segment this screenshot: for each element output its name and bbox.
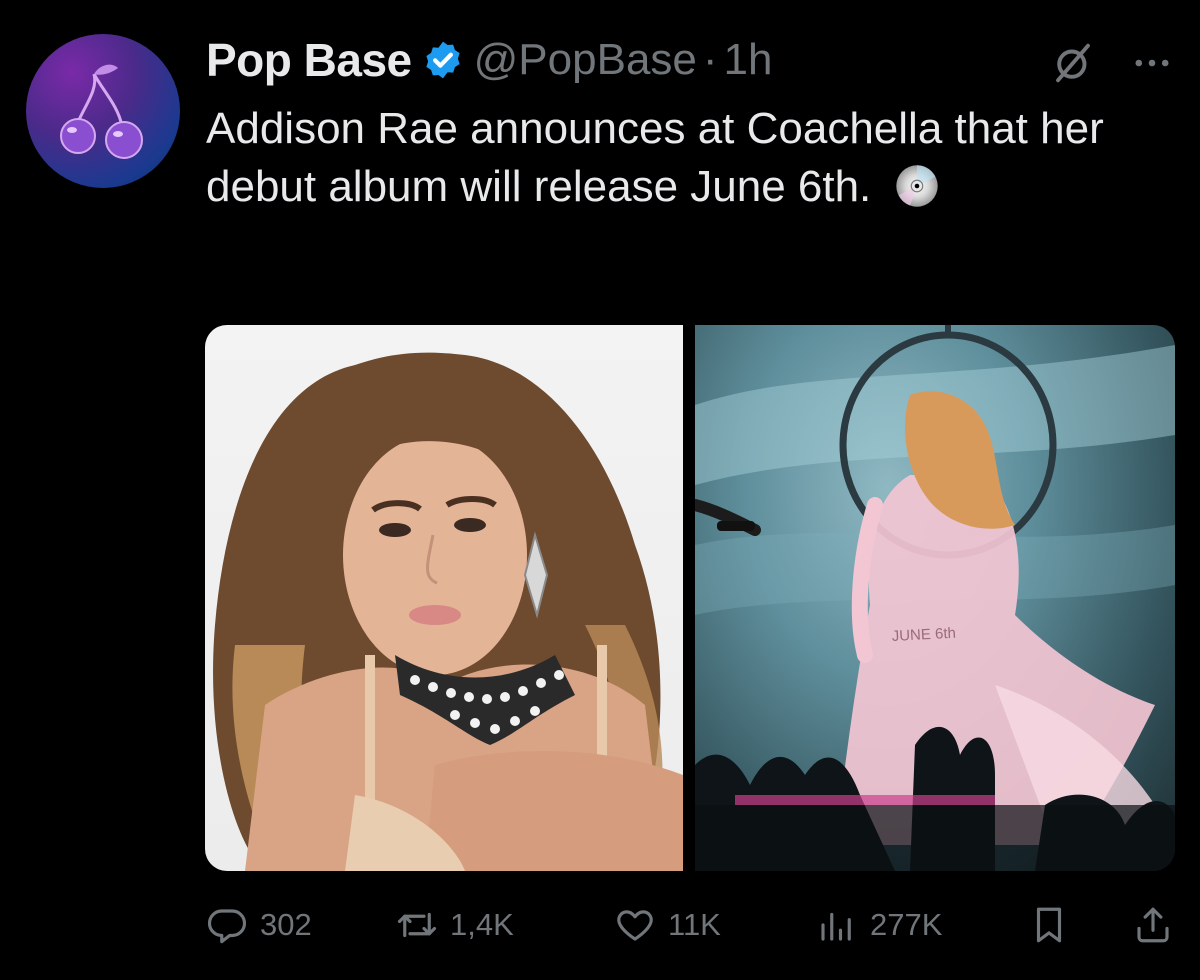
optical-disc-icon xyxy=(895,165,938,207)
repost-button[interactable]: 1,4K xyxy=(396,895,514,955)
bookmark-button[interactable] xyxy=(1028,895,1070,955)
handle[interactable]: @PopBase xyxy=(474,35,697,85)
avatar[interactable] xyxy=(26,34,180,188)
stage-photo: JUNE 6th xyxy=(695,325,1175,871)
media-grid[interactable]: JUNE 6th xyxy=(205,325,1175,871)
share-button[interactable] xyxy=(1132,895,1174,955)
grok-icon[interactable] xyxy=(1050,40,1096,86)
verified-badge-icon[interactable] xyxy=(422,39,464,81)
timestamp[interactable]: 1h xyxy=(724,35,773,85)
reply-icon xyxy=(207,909,247,944)
cherry-icon xyxy=(60,64,143,159)
views-chart-icon xyxy=(821,912,851,941)
top-right-controls xyxy=(1050,40,1174,86)
media-image-portrait[interactable] xyxy=(205,325,683,871)
stage-dress-text: JUNE 6th xyxy=(891,625,956,645)
tweet-actions: 302 1,4K 11K 277K xyxy=(206,895,1176,955)
heart-icon xyxy=(617,910,653,941)
reply-count: 302 xyxy=(260,907,312,942)
separator-dot: · xyxy=(702,35,718,84)
like-count: 11K xyxy=(668,907,721,942)
tweet-text: Addison Rae announces at Coachella that … xyxy=(206,104,1104,211)
tweet-header: Pop Base @PopBase · 1h xyxy=(206,30,773,90)
tweet-text-container: Addison Rae announces at Coachella that … xyxy=(206,100,1166,216)
tweet-card[interactable]: Pop Base @PopBase · 1h Addison Rae annou… xyxy=(0,0,1200,980)
reply-button[interactable]: 302 xyxy=(206,895,312,955)
portrait-photo xyxy=(213,352,683,871)
views-count: 277K xyxy=(870,907,943,942)
media-image-stage[interactable]: JUNE 6th xyxy=(695,325,1175,871)
like-button[interactable]: 11K xyxy=(614,895,721,955)
repost-icon xyxy=(397,912,437,938)
bookmark-icon xyxy=(1036,907,1062,943)
repost-count: 1,4K xyxy=(450,907,514,942)
more-options-icon[interactable] xyxy=(1130,41,1174,85)
share-icon xyxy=(1137,907,1169,943)
display-name[interactable]: Pop Base xyxy=(206,33,412,87)
views-button[interactable]: 277K xyxy=(816,895,942,955)
